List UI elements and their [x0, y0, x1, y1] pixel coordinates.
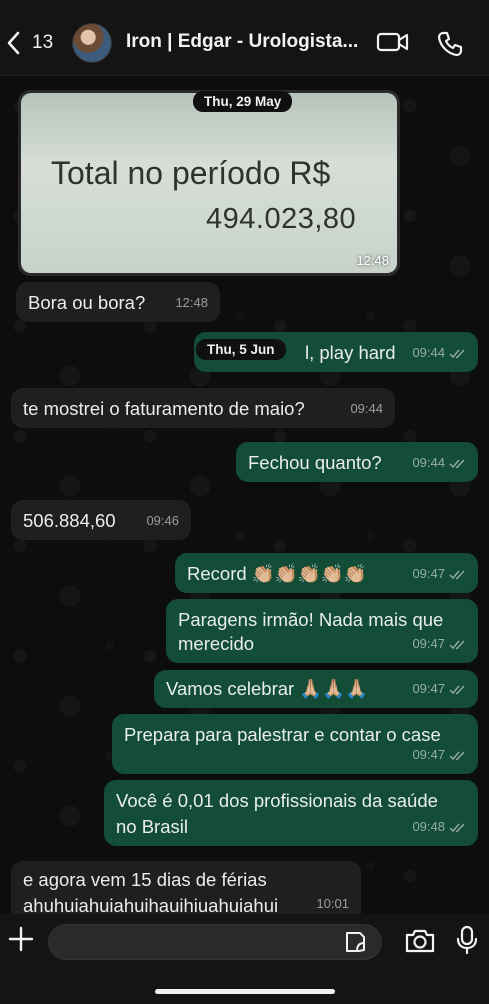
double-check-icon [449, 458, 465, 468]
message-bubble-outgoing[interactable]: Vamos celebrar 🙏🏼🙏🏼🙏🏼 09:47 [154, 670, 478, 708]
message-bubble-incoming[interactable]: 506.884,60 09:46 [11, 500, 191, 540]
message-time: 09:46 [146, 513, 179, 528]
message-text: l, play hard [305, 342, 396, 363]
double-check-icon [449, 569, 465, 579]
message-bubble-outgoing[interactable]: Prepara para palestrar e contar o case 0… [112, 714, 478, 774]
message-text-line2: ahuhuiahuiahuihauihiuahuiahui [23, 895, 279, 914]
image-message[interactable]: Total no período R$ 494.023,80 12:48 [18, 90, 400, 276]
message-bubble-outgoing[interactable]: Você é 0,01 dos profissionais da saúde n… [104, 780, 478, 846]
image-attachment[interactable]: Total no período R$ 494.023,80 12:48 [21, 93, 397, 273]
message-bubble-incoming[interactable]: e agora vem 15 dias de férias ahuhuiahui… [11, 861, 361, 914]
message-text: 506.884,60 [23, 510, 116, 531]
double-check-icon [449, 684, 465, 694]
unread-count: 13 [32, 32, 54, 53]
sticker-icon[interactable] [343, 930, 367, 959]
image-text-line2: 494.023,80 [206, 203, 357, 235]
double-check-icon [449, 822, 465, 832]
message-text-line2: merecido [178, 633, 255, 654]
message-time: 09:47 [412, 566, 445, 581]
message-bubble-outgoing[interactable]: Record 👏🏼👏🏼👏🏼👏🏼👏🏼 09:47 [175, 553, 478, 593]
double-check-icon [449, 750, 465, 760]
message-time: 09:47 [412, 681, 445, 696]
chevron-left-icon [7, 31, 20, 55]
home-indicator [155, 989, 335, 994]
chat-title[interactable]: Iron | Edgar - Urologista... [126, 31, 358, 53]
message-time: 09:44 [350, 401, 383, 416]
back-button[interactable]: 13 [4, 28, 53, 58]
image-text-line1: Total no período R$ [51, 155, 331, 191]
message-bubble-outgoing[interactable]: Paragens irmão! Nada mais que merecido 0… [166, 599, 478, 663]
message-text-line1: Paragens irmão! Nada mais que [178, 609, 444, 630]
message-text: te mostrei o faturamento de maio? [23, 398, 305, 419]
message-text-line2: no Brasil [116, 816, 188, 837]
message-text-line1: e agora vem 15 dias de férias [23, 869, 267, 890]
double-check-icon [449, 348, 465, 358]
message-time: 09:47 [412, 636, 445, 651]
message-time: 09:47 [412, 747, 445, 762]
message-input-wrapper[interactable] [48, 924, 382, 960]
message-time: 12:48 [175, 295, 208, 310]
message-time: 09:44 [412, 345, 445, 360]
message-bubble-incoming[interactable]: Bora ou bora? 12:48 [16, 282, 220, 322]
message-time: 09:44 [412, 455, 445, 470]
message-time: 10:01 [316, 896, 349, 911]
message-time: 12:48 [356, 253, 389, 268]
phone-icon[interactable] [436, 30, 464, 63]
date-separator: Thu, 5 Jun [196, 339, 286, 360]
chat-header: 13 Iron | Edgar - Urologista... [0, 0, 489, 76]
video-call-icon[interactable] [376, 30, 410, 59]
message-text: Bora ou bora? [28, 292, 146, 313]
message-text: Vamos celebrar 🙏🏼🙏🏼🙏🏼 [166, 678, 369, 699]
camera-icon[interactable] [404, 927, 436, 960]
avatar[interactable] [72, 23, 112, 63]
message-text: Fechou quanto? [248, 452, 382, 473]
message-bubble-outgoing[interactable]: Fechou quanto? 09:44 [236, 442, 478, 482]
message-bubble-incoming[interactable]: te mostrei o faturamento de maio? 09:44 [11, 388, 395, 428]
message-text: Prepara para palestrar e contar o case [124, 724, 441, 745]
double-check-icon [449, 639, 465, 649]
message-text-line1: Você é 0,01 dos profissionais da saúde [116, 790, 438, 811]
plus-icon[interactable] [8, 926, 34, 957]
message-text: Record 👏🏼👏🏼👏🏼👏🏼👏🏼 [187, 563, 367, 584]
message-input[interactable] [49, 925, 339, 959]
message-time: 09:48 [412, 819, 445, 834]
date-separator: Thu, 29 May [193, 91, 293, 112]
message-composer [0, 914, 489, 1004]
message-list[interactable]: Total no período R$ 494.023,80 12:48 Thu… [0, 76, 489, 914]
microphone-icon[interactable] [456, 925, 478, 960]
